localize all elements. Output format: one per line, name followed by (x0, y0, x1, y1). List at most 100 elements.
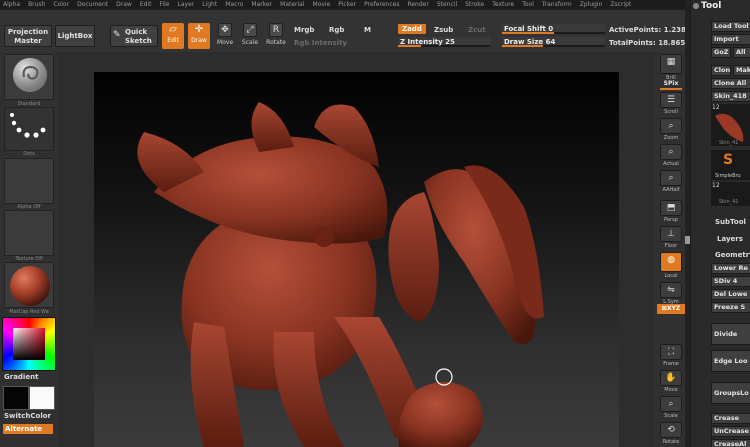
zsub-button[interactable]: Zsub (434, 26, 453, 34)
menu-item-file[interactable]: File (159, 0, 169, 10)
crease-button[interactable]: Crease (711, 413, 750, 424)
scale-button[interactable]: ⤢ Scale (240, 21, 260, 51)
focal-shift-slider[interactable]: Focal Shift 0 (502, 24, 605, 34)
frame-button[interactable]: ⛶ Frame (657, 344, 685, 367)
menu-item-movie[interactable]: Movie (313, 0, 331, 10)
clone-all-button[interactable]: Clone All (711, 78, 750, 89)
divide-button[interactable]: Divide (711, 323, 750, 345)
menu-item-brush[interactable]: Brush (28, 0, 45, 10)
spix-slider[interactable]: SPix (657, 80, 685, 91)
menu-item-transform[interactable]: Transform (542, 0, 572, 10)
view-scale-button[interactable]: ⌕ Scale (657, 396, 685, 419)
menu-item-stroke[interactable]: Stroke (465, 0, 484, 10)
draw-size-slider[interactable]: Draw Size 64 (502, 37, 605, 47)
freeze-subdivision-button[interactable]: Freeze S (711, 302, 750, 313)
draw-button[interactable]: ✛ Draw (188, 23, 210, 49)
menu-item-zscript[interactable]: Zscript (610, 0, 631, 10)
zoom-button[interactable]: ⌕ Zoom (657, 118, 685, 141)
stroke-selector[interactable] (4, 107, 54, 151)
uncrease-button[interactable]: UnCrease (711, 426, 750, 437)
menu-item-preferences[interactable]: Preferences (364, 0, 399, 10)
brill-button[interactable]: ▦ Brill (657, 54, 685, 81)
menu-item-light[interactable]: Light (202, 0, 217, 10)
color-picker-square[interactable] (13, 328, 45, 360)
quick-sketch-button[interactable]: ✎ Quick Sketch (110, 25, 158, 47)
make-button[interactable]: Make (733, 65, 750, 76)
tool-collapse-icon[interactable] (693, 3, 699, 9)
zadd-button[interactable]: Zadd (398, 24, 426, 34)
zcut-button[interactable]: Zcut (468, 26, 486, 34)
floor-button[interactable]: ⊥ Floor (657, 226, 685, 249)
alpha-selector[interactable] (4, 158, 54, 204)
color-picker[interactable] (2, 317, 56, 371)
menu-item-edit[interactable]: Edit (140, 0, 152, 10)
menu-item-color[interactable]: Color (53, 0, 69, 10)
menu-item-render[interactable]: Render (407, 0, 428, 10)
del-lower-button[interactable]: Del Lowe (711, 289, 750, 300)
view-rotate-button[interactable]: ⟲ Rotate (657, 422, 685, 445)
menu-item-draw[interactable]: Draw (116, 0, 132, 10)
gradient-label[interactable]: Gradient (4, 373, 38, 381)
load-tool-button[interactable]: Load Tool (711, 21, 750, 32)
mrgb-button[interactable]: Mrgb (294, 26, 314, 34)
tool-thumbnail-skin-2[interactable]: 12 Skin_41 (711, 182, 750, 206)
menu-item-tool[interactable]: Tool (522, 0, 534, 10)
edit-button[interactable]: ▱ Edit (162, 23, 184, 49)
menu-item-texture[interactable]: Texture (492, 0, 514, 10)
tool-thumbnail-skin[interactable]: 12 Skin_41 (711, 104, 750, 146)
local-button[interactable]: ◍ Local (657, 252, 685, 279)
document-canvas[interactable] (94, 72, 619, 447)
menu-item-stencil[interactable]: Stencil (437, 0, 457, 10)
layers-header[interactable]: Layers (717, 235, 743, 243)
z-intensity-slider[interactable]: Z Intensity 25 (398, 37, 490, 47)
lightbox-button[interactable]: LightBox (55, 25, 95, 47)
actual-button[interactable]: ⌕ Actual (657, 144, 685, 167)
current-tool-button[interactable]: Skin_418 (711, 91, 750, 102)
material-selector[interactable] (4, 262, 54, 308)
sdiv-slider[interactable]: SDiv 4 (711, 276, 750, 287)
scroll-button[interactable]: ☰ Scroll (657, 92, 685, 115)
menu-item-material[interactable]: Material (280, 0, 304, 10)
active-points-readout: ActivePoints: 1.238 (609, 26, 686, 34)
persp-button[interactable]: ⬒ Persp (657, 200, 685, 223)
rgb-intensity-slider[interactable]: Rgb Intensity (294, 39, 347, 47)
menu-item-alpha[interactable]: Alpha (3, 0, 20, 10)
clone-button[interactable]: Clone (711, 65, 731, 76)
alternate-button[interactable]: Alternate (3, 424, 53, 434)
aahalf-button[interactable]: ⌕ AAHalf (657, 170, 685, 193)
crease-all-button[interactable]: CreaseAl (711, 439, 750, 447)
xyz-button[interactable]: ⊠XYZ (657, 304, 685, 314)
draw-icon: ✛ (194, 24, 204, 35)
groups-loops-button[interactable]: GroupsLo (711, 382, 750, 404)
switch-color-button[interactable]: SwitchColor (4, 412, 51, 420)
lower-res-button[interactable]: Lower Re (711, 263, 750, 274)
geometry-header[interactable]: Geometry (715, 251, 750, 259)
tool-thumbnail-simplebrush[interactable]: S SimpleBru (711, 150, 750, 180)
goz-button[interactable]: GoZ (711, 47, 731, 58)
all-button[interactable]: All (733, 47, 750, 58)
brush-selector[interactable] (4, 54, 54, 100)
move-button[interactable]: ✥ Move (215, 21, 235, 51)
texture-selector[interactable] (4, 210, 54, 256)
actual-icon: ⌕ (660, 144, 682, 160)
import-button[interactable]: Import (711, 34, 750, 45)
edge-loop-button[interactable]: Edge Loo (711, 350, 750, 372)
projection-master-button[interactable]: Projection Master (4, 25, 52, 47)
menu-item-layer[interactable]: Layer (178, 0, 195, 10)
spix-label: SPix (663, 80, 679, 87)
m-button[interactable]: M (364, 26, 371, 34)
rgb-button[interactable]: Rgb (329, 26, 344, 34)
menu-item-macro[interactable]: Macro (225, 0, 243, 10)
menu-item-picker[interactable]: Picker (338, 0, 356, 10)
subtool-header[interactable]: SubTool (715, 218, 746, 226)
persp-icon: ⬒ (660, 200, 682, 216)
menu-item-marker[interactable]: Marker (251, 0, 272, 10)
menu-item-zplugin[interactable]: Zplugin (580, 0, 603, 10)
sculpted-creature-model[interactable] (94, 72, 619, 447)
lsym-button[interactable]: ⇋ L.Sym (657, 282, 685, 305)
rotate-button[interactable]: R Rotate (266, 21, 286, 51)
secondary-color-swatch[interactable] (29, 386, 55, 410)
main-color-swatch[interactable] (3, 386, 29, 410)
menu-item-document[interactable]: Document (77, 0, 108, 10)
view-move-button[interactable]: ✋ Move (657, 370, 685, 393)
